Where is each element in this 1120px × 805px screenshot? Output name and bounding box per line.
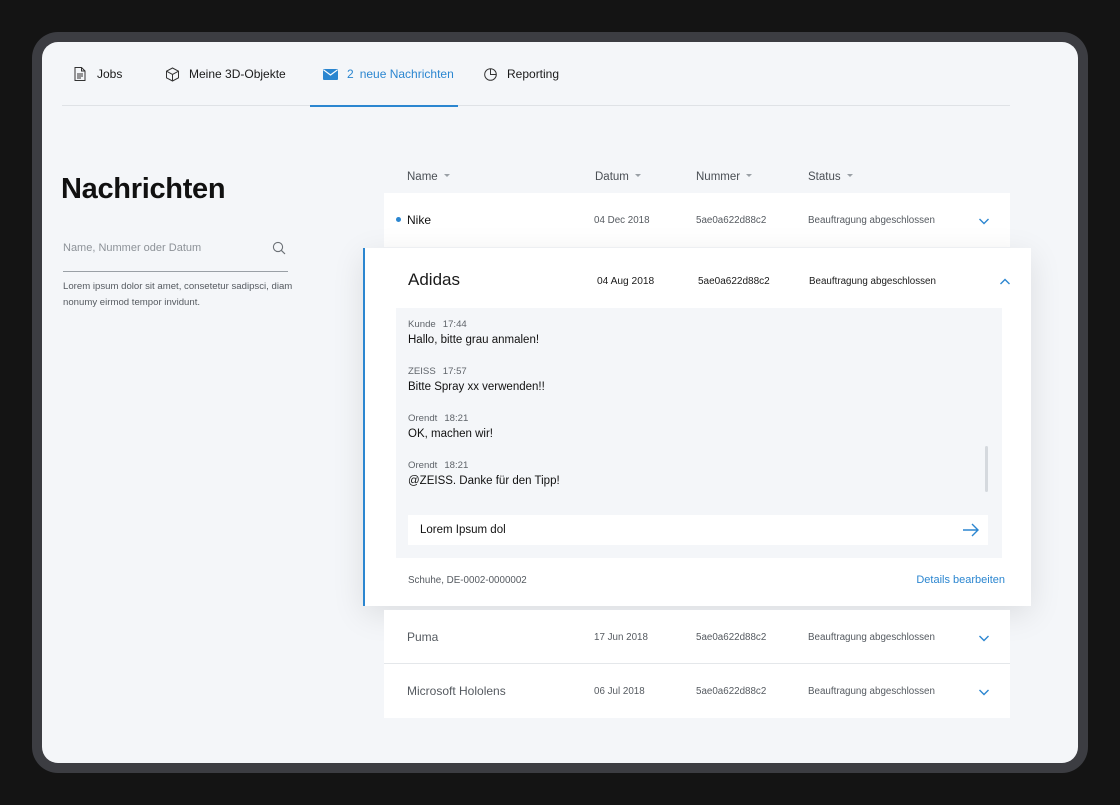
column-header-number[interactable]: Nummer [696, 171, 753, 183]
message-item: Orendt 18:21 OK, machen wir! [408, 413, 493, 440]
row-date: 04 Aug 2018 [597, 276, 655, 287]
column-header-status[interactable]: Status [808, 171, 853, 183]
search-icon[interactable] [272, 241, 286, 255]
page-title: Nachrichten [61, 173, 226, 205]
tab-reporting[interactable]: Reporting [482, 42, 559, 106]
chevron-up-icon[interactable] [999, 275, 1011, 287]
column-header-name-label: Name [407, 171, 438, 183]
reply-input[interactable] [420, 518, 920, 542]
pie-chart-icon [482, 66, 498, 82]
row-status: Beauftragung abgeschlossen [809, 276, 936, 287]
tab-3d-objects[interactable]: Meine 3D-Objekte [164, 42, 286, 106]
edit-details-link[interactable]: Details bearbeiten [916, 574, 1005, 586]
column-header-date-label: Datum [595, 171, 629, 183]
tab-reporting-label: Reporting [507, 67, 560, 81]
top-navigation: Jobs Meine 3D-Objekte 2 neue Nachrichten [62, 42, 1010, 107]
row-number: 5ae0a622d88c2 [698, 276, 770, 287]
tab-messages-label: neue Nachrichten [359, 67, 454, 81]
column-header-name[interactable]: Name [407, 171, 450, 183]
sort-caret-icon [746, 174, 753, 178]
message-time: 17:57 [442, 366, 467, 377]
search-field[interactable] [63, 232, 288, 272]
message-sender: ZEISS [408, 366, 436, 377]
message-sender: Orendt [408, 413, 438, 424]
row-number: 5ae0a622d88c2 [696, 631, 767, 643]
tab-3d-objects-label: Meine 3D-Objekte [189, 67, 286, 81]
chevron-down-icon[interactable] [978, 631, 990, 643]
message-sender: Kunde [408, 319, 436, 330]
message-item: Kunde 17:44 Hallo, bitte grau anmalen! [408, 319, 539, 346]
cube-icon [164, 66, 180, 82]
sidebar-description: Lorem ipsum dolor sit amet, consetetur s… [63, 281, 293, 308]
row-date: 04 Dec 2018 [594, 214, 650, 226]
message-thread[interactable]: Kunde 17:44 Hallo, bitte grau anmalen! ZE… [396, 308, 1002, 558]
search-input[interactable] [63, 236, 263, 260]
message-time: 18:21 [444, 460, 469, 471]
message-text: Hallo, bitte grau anmalen! [408, 334, 540, 346]
reply-box[interactable] [408, 515, 988, 545]
thread-scrollbar[interactable] [985, 446, 988, 492]
expanded-message-card: Adidas 04 Aug 2018 5ae0a622d88c2 Beauftr… [363, 248, 1031, 606]
app-screen: Jobs Meine 3D-Objekte 2 neue Nachrichten [42, 42, 1078, 763]
table-row[interactable]: Microsoft Hololens 06 Jul 2018 5ae0a622d… [384, 664, 1010, 718]
sort-caret-icon [634, 174, 641, 178]
job-info: Schuhe, DE-0002-0000002 [408, 575, 527, 586]
row-name[interactable]: Adidas [408, 270, 460, 290]
column-header-date[interactable]: Datum [595, 171, 641, 183]
message-item: Orendt 18:21 @ZEISS. Danke für den Tipp! [408, 460, 560, 487]
message-item: ZEISS 17:57 Bitte Spray xx verwenden!! [408, 366, 545, 393]
mail-icon [322, 66, 338, 82]
device-frame: Jobs Meine 3D-Objekte 2 neue Nachrichten [32, 32, 1088, 773]
tab-jobs-label: Jobs [97, 67, 123, 81]
tab-jobs[interactable]: Jobs [72, 42, 122, 106]
tab-messages[interactable]: 2 neue Nachrichten [310, 42, 458, 107]
row-number: 5ae0a622d88c2 [696, 685, 767, 697]
send-arrow-icon[interactable] [962, 522, 980, 538]
row-name: Nike [407, 213, 432, 227]
row-number: 5ae0a622d88c2 [696, 214, 767, 226]
message-time: 18:21 [444, 413, 469, 424]
document-icon [72, 66, 88, 82]
table-row[interactable]: Nike 04 Dec 2018 5ae0a622d88c2 Beauftrag… [384, 193, 1010, 247]
message-sender: Orendt [408, 460, 438, 471]
row-status: Beauftragung abgeschlossen [808, 685, 935, 697]
sort-caret-icon [846, 174, 853, 178]
column-header-status-label: Status [808, 171, 841, 183]
message-text: Bitte Spray xx verwenden!! [408, 381, 545, 393]
row-date: 17 Jun 2018 [594, 631, 648, 643]
column-header-number-label: Nummer [696, 171, 741, 183]
message-text: @ZEISS. Danke für den Tipp! [408, 475, 560, 487]
row-name: Puma [407, 630, 439, 644]
row-status: Beauftragung abgeschlossen [808, 214, 935, 226]
chevron-down-icon[interactable] [978, 685, 990, 697]
sort-caret-icon [443, 174, 450, 178]
unread-dot-icon [396, 217, 401, 222]
tab-messages-count: 2 [347, 67, 354, 81]
table-row[interactable]: Puma 17 Jun 2018 5ae0a622d88c2 Beauftrag… [384, 610, 1010, 664]
message-time: 17:44 [442, 319, 467, 330]
row-status: Beauftragung abgeschlossen [808, 631, 935, 643]
row-name: Microsoft Hololens [407, 684, 506, 698]
chevron-down-icon[interactable] [978, 214, 990, 226]
row-date: 06 Jul 2018 [594, 685, 645, 697]
message-text: OK, machen wir! [408, 428, 493, 440]
